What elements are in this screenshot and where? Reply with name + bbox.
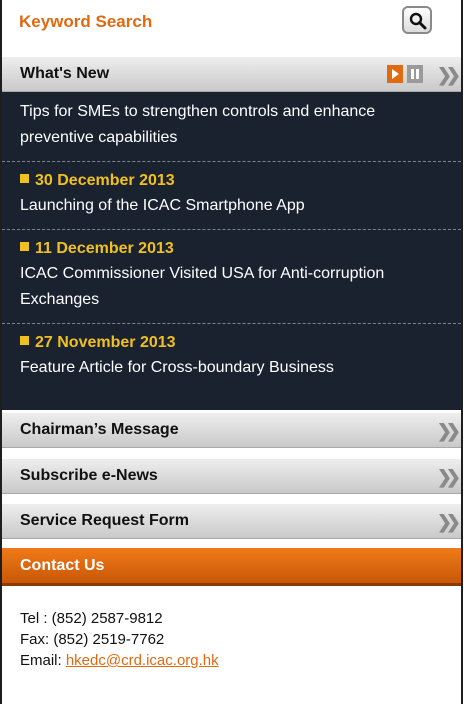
double-chevron-icon: ❯❯ [436,512,461,532]
contact-us-label: Contact Us [20,557,105,574]
news-item[interactable]: 30 December 2013 Launching of the ICAC S… [2,162,461,230]
double-chevron-icon: ❯❯ [436,467,461,487]
double-chevron-icon[interactable]: ❯❯ [437,65,461,86]
menu-label: Service Request Form [20,512,189,529]
bullet-icon [20,174,29,183]
news-date: 27 November 2013 [20,334,451,352]
contact-email-row: Email: hkedc@crd.icac.org.hk [20,650,219,671]
contact-email-link[interactable]: hkedc@crd.icac.org.hk [66,652,219,669]
menu-service-request-form[interactable]: Service Request Form ❯❯ [2,503,461,539]
news-item[interactable]: 11 December 2013 ICAC Commissioner Visit… [2,230,461,324]
news-item[interactable]: 27 November 2013 Feature Article for Cro… [2,324,461,391]
menu-chairmans-message[interactable]: Chairman’s Message ❯❯ [2,412,461,448]
keyword-search-title: Keyword Search [19,12,153,31]
news-date: 11 December 2013 [20,240,451,258]
keyword-search-row: Keyword Search [2,0,461,46]
play-icon[interactable] [387,65,403,83]
double-chevron-icon: ❯❯ [436,421,461,441]
pause-icon[interactable] [407,65,423,83]
menu-subscribe-enews[interactable]: Subscribe e-News ❯❯ [2,458,461,494]
news-text[interactable]: Launching of the ICAC Smartphone App [20,193,451,219]
contact-email-prefix: Email: [20,652,66,669]
bullet-icon [20,242,29,251]
menu-label: Chairman’s Message [20,421,179,438]
bullet-icon [20,336,29,345]
contact-fax: Fax: (852) 2519-7762 [20,631,165,648]
news-ticker: Tips for SMEs to strengthen controls and… [2,92,461,410]
menu-label: Subscribe e-News [20,467,158,484]
contact-us-bar: Contact Us [2,548,461,586]
whats-new-label: What's New [20,65,110,82]
news-item[interactable]: Tips for SMEs to strengthen controls and… [2,92,461,162]
whats-new-bar[interactable]: What's New ❯❯ [2,56,461,92]
contact-tel: Tel : (852) 2587-9812 [20,610,163,627]
news-date: 30 December 2013 [20,172,451,190]
news-text[interactable]: Feature Article for Cross-boundary Busin… [20,355,451,381]
search-button[interactable] [402,6,432,34]
news-text[interactable]: ICAC Commissioner Visited USA for Anti-c… [20,261,451,313]
contact-details: Tel : (852) 2587-9812 Fax: (852) 2519-77… [20,608,219,671]
news-text[interactable]: Tips for SMEs to strengthen controls and… [20,99,451,151]
search-icon [409,12,427,30]
